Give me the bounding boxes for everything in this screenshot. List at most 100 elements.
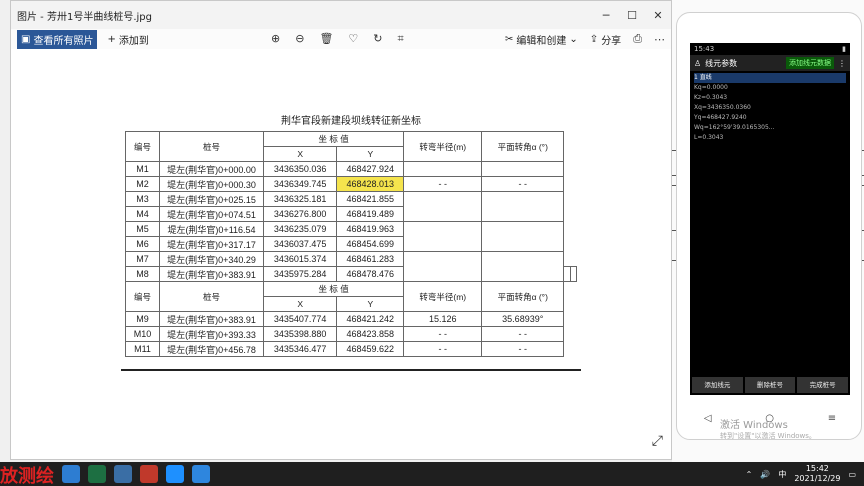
finish-station-button[interactable]: 完成桩号 — [797, 377, 849, 393]
fullscreen-icon[interactable]: ⤢ — [652, 433, 663, 449]
row-id: M4 — [125, 206, 160, 222]
header-angle: 平面转角α (°) — [481, 131, 565, 162]
chevron-up-icon[interactable]: ⌃ — [746, 470, 753, 479]
maximize-icon[interactable]: ☐ — [619, 9, 645, 22]
excel-icon[interactable] — [88, 465, 106, 483]
row-id: M6 — [125, 236, 160, 252]
row-y: 468459.622 — [336, 341, 405, 357]
notification-icon[interactable]: ▭ — [848, 470, 856, 479]
recorder-icon[interactable] — [140, 465, 158, 483]
menu-lines-icon[interactable]: ≡ — [828, 413, 836, 424]
table-header-row-2: 编号 桩号 坐 标 值 转弯半径(m) 平面转角α (°) — [125, 281, 577, 312]
document-title: 荆华官段新建段坝线转征新坐标 — [281, 116, 421, 127]
see-all-photos-button[interactable]: ▣ 查看所有照片 — [17, 29, 98, 49]
row-angle — [481, 191, 565, 222]
list-item[interactable]: L=0.3043 — [694, 133, 846, 143]
phone-time: 15:43 — [694, 45, 715, 53]
row-angle — [481, 221, 565, 252]
row-radius — [403, 191, 483, 222]
row-station: 堤左(荆华官)0+456.78 — [159, 341, 264, 357]
table-row: M1 堤左(荆华官)0+000.00 3436350.036 468427.924 — [125, 161, 577, 177]
close-icon[interactable]: ✕ — [645, 9, 671, 22]
row-x: 3436350.036 — [262, 161, 338, 177]
add-curve-tag[interactable]: 添加线元数据 — [786, 57, 834, 69]
crop-icon[interactable]: ⌗ — [398, 32, 404, 46]
app-icon-5[interactable] — [166, 465, 184, 483]
row-x: 3435975.284 — [262, 266, 338, 282]
zoom-in-icon[interactable]: ⊕ — [271, 32, 280, 46]
activation-watermark-sub: 转到"设置"以激活 Windows。 — [720, 432, 816, 440]
phone-emulator: 15:43 ▮ ♙ 线元参数 添加线元数据 ⋮ 1 直线 Kq=0.0000 Kz=… — [676, 12, 862, 440]
row-y: 468428.013 — [336, 176, 405, 192]
row-x: 3436276.800 — [262, 206, 338, 222]
list-item[interactable]: Yq=468427.9240 — [694, 113, 846, 123]
more-icon[interactable]: ⋯ — [654, 33, 665, 46]
add-curve-button[interactable]: 添加线元 — [692, 377, 743, 393]
table-row: M7 堤左(荆华官)0+340.29 3436015.374 468461.283 — [125, 251, 577, 282]
row-x: 3436235.079 — [262, 221, 338, 237]
header-radius: 转弯半径(m) — [403, 131, 483, 162]
list-item[interactable]: 1 直线 — [694, 73, 846, 83]
row-y: 468478.476 — [336, 266, 405, 282]
chevron-down-icon: ⌄ — [569, 33, 578, 45]
row-angle: 35.68939° — [481, 311, 565, 327]
row-y: 468419.489 — [336, 206, 405, 222]
edit-create-button[interactable]: ✂ 编辑和创建 ⌄ — [505, 32, 578, 47]
header-x: X — [262, 146, 338, 162]
volume-icon[interactable]: 🔊 — [760, 470, 770, 479]
app-icon-1[interactable] — [62, 465, 80, 483]
edit-icon: ✂ — [505, 33, 514, 45]
row-angle — [569, 266, 578, 282]
favorite-icon[interactable]: ♡ — [348, 32, 358, 46]
delete-station-button[interactable]: 删除桩号 — [744, 377, 796, 393]
window-titlebar: 图片 - 芳卅1号半曲线桩号.jpg ─ ☐ ✕ — [11, 1, 671, 29]
row-station: 堤左(荆华官)0+340.29 — [159, 251, 264, 267]
row-y: 468454.699 — [336, 236, 405, 252]
viewer-toolbar: ▣ 查看所有照片 + 添加到 ⊕ ⊖ 🗑 ♡ ↻ ⌗ ✂ 编辑和创建 ⌄ ⇪ 分… — [11, 29, 671, 49]
row-radius — [403, 221, 483, 252]
table-row: M2 堤左(荆华官)0+000.30 3436349.745 468428.013- … — [125, 176, 577, 192]
overlay-caption: 放测绘 — [0, 466, 54, 486]
rotate-icon[interactable]: ↻ — [373, 32, 382, 46]
row-station: 堤左(荆华官)0+383.91 — [159, 311, 264, 327]
plus-icon: + — [107, 33, 116, 45]
zoom-out-icon[interactable]: ⊖ — [295, 32, 304, 46]
person-icon: ♙ — [694, 58, 702, 68]
minimize-icon[interactable]: ─ — [593, 9, 619, 22]
share-button[interactable]: ⇪ 分享 — [590, 32, 621, 47]
row-radius — [403, 161, 483, 177]
row-radius: - - — [403, 176, 483, 192]
row-angle — [481, 251, 565, 282]
list-item[interactable]: Kq=0.0000 — [694, 83, 846, 93]
photos-app-icon[interactable] — [114, 465, 132, 483]
row-id: M2 — [125, 176, 160, 192]
ime-icon[interactable]: 中 — [778, 469, 786, 480]
photos-icon: ▣ — [21, 33, 31, 45]
clock[interactable]: 15:42 2021/12/29 — [794, 464, 840, 484]
row-x: 3435346.477 — [262, 341, 338, 357]
phone-status-bar: 15:43 ▮ — [690, 43, 850, 55]
header-id-2: 编号 — [125, 281, 160, 312]
list-item[interactable]: Wq=162°59'39.0165305... — [694, 123, 846, 133]
header-y-2: Y — [336, 296, 405, 312]
app-icon-6[interactable] — [192, 465, 210, 483]
add-to-button[interactable]: + 添加到 — [107, 32, 148, 47]
print-icon[interactable]: ⎙ — [633, 32, 642, 46]
list-item[interactable]: Kz=0.3043 — [694, 93, 846, 103]
row-x: 3436015.374 — [262, 251, 338, 267]
phone-screen: 15:43 ▮ ♙ 线元参数 添加线元数据 ⋮ 1 直线 Kq=0.0000 Kz=… — [690, 43, 850, 395]
row-y: 468419.963 — [336, 221, 405, 237]
row-id: M10 — [125, 326, 160, 342]
row-angle — [481, 161, 565, 177]
back-icon[interactable]: ◁ — [704, 413, 712, 424]
row-angle: - - — [481, 176, 565, 192]
list-item[interactable]: Xq=3436350.0360 — [694, 103, 846, 113]
activation-watermark: 激活 Windows — [720, 420, 788, 431]
row-id: M3 — [125, 191, 160, 207]
row-station: 堤左(荆华官)0+074.51 — [159, 206, 264, 222]
curve-list: 1 直线 Kq=0.0000 Kz=0.3043 Xq=3436350.0360 Yq=… — [690, 71, 850, 145]
delete-icon[interactable]: 🗑 — [319, 32, 333, 46]
phone-header: ♙ 线元参数 添加线元数据 ⋮ — [690, 55, 850, 71]
menu-icon[interactable]: ⋮ — [838, 59, 846, 68]
row-station: 堤左(荆华官)0+025.15 — [159, 191, 264, 207]
